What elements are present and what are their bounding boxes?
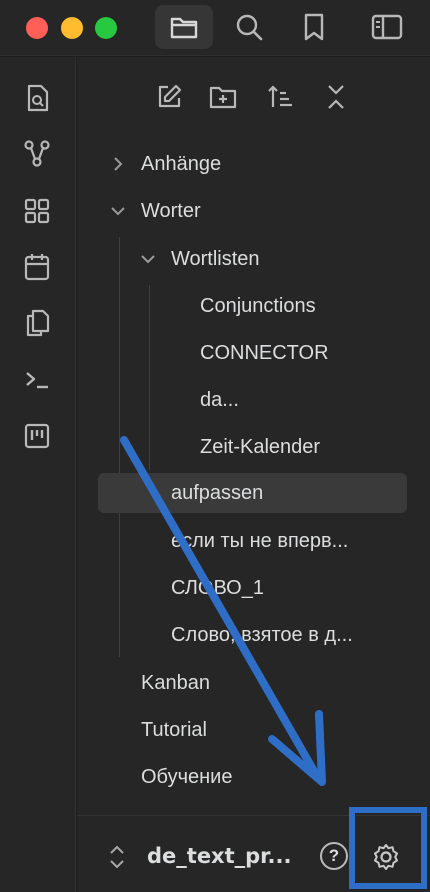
nav-actions-bar — [77, 77, 430, 119]
folder-label: Wortlisten — [171, 247, 260, 270]
file-label: da... — [200, 388, 239, 411]
sort-button[interactable] — [263, 79, 299, 115]
help-button[interactable]: ? — [320, 842, 348, 870]
file-label: Tutorial — [141, 718, 207, 741]
collapse-all-button[interactable] — [318, 79, 354, 115]
file-kanban[interactable]: Kanban — [141, 663, 411, 703]
folder-anhaenge[interactable]: Anhänge — [99, 144, 409, 184]
templates-icon — [26, 309, 50, 337]
window-close-button[interactable] — [26, 17, 48, 39]
window-maximize-button[interactable] — [95, 17, 117, 39]
calendar-icon — [24, 254, 50, 281]
quick-switcher-icon — [27, 84, 49, 112]
kanban-icon — [24, 423, 50, 449]
file-label: Zeit-Kalender — [200, 435, 321, 458]
file-label: СЛОВО_1 — [171, 576, 264, 599]
file-zeit-kalender[interactable]: Zeit-Kalender — [200, 427, 420, 467]
file-explorer-panel: Anhänge Worter Wortlisten Conjunctions C… — [77, 57, 430, 892]
indent-guide-worter — [119, 237, 120, 657]
file-conjunctions[interactable]: Conjunctions — [200, 286, 420, 326]
chevron-down-icon — [109, 202, 127, 220]
chevron-down-icon — [139, 250, 157, 268]
ribbon-graph-view[interactable] — [18, 135, 56, 173]
new-note-button[interactable] — [151, 79, 187, 115]
ribbon-command-palette[interactable] — [18, 361, 56, 399]
folder-label: Anhänge — [141, 152, 222, 175]
file-label: Conjunctions — [200, 294, 316, 317]
folder-icon — [170, 17, 198, 39]
search-icon — [236, 14, 263, 41]
vault-switcher-button[interactable] — [107, 844, 127, 870]
app-window: Anhänge Worter Wortlisten Conjunctions C… — [0, 0, 430, 892]
file-label: Kanban — [141, 671, 210, 694]
bookmark-icon — [304, 13, 324, 41]
toggle-sidebar-button[interactable] — [358, 5, 416, 49]
left-ribbon — [0, 57, 76, 892]
file-obuchenie[interactable]: Обучение — [141, 757, 411, 797]
file-label: Обучение — [141, 765, 233, 788]
file-label: CONNECTOR — [200, 341, 329, 364]
file-slovo-vzyatoe[interactable]: Слово, взятое в д... — [171, 615, 421, 655]
files-tab-button[interactable] — [155, 5, 213, 49]
sort-icon — [268, 85, 292, 107]
file-label: если ты не вперв... — [171, 529, 349, 552]
chevron-right-icon — [109, 155, 127, 173]
bookmarks-tab-button[interactable] — [285, 5, 343, 49]
folder-worter[interactable]: Worter — [99, 191, 409, 231]
indent-guide-wortlisten — [149, 285, 150, 470]
chevron-up-down-icon — [110, 845, 124, 869]
canvas-icon — [24, 198, 50, 224]
command-palette-icon — [26, 372, 48, 389]
new-note-icon — [158, 84, 182, 108]
file-label: Слово, взятое в д... — [171, 623, 353, 646]
help-icon: ? — [328, 846, 340, 865]
new-folder-icon — [209, 86, 237, 109]
sidebar-toggle-icon — [371, 14, 403, 40]
ribbon-templates[interactable] — [18, 304, 56, 342]
collapse-all-icon — [328, 85, 344, 109]
file-label: aufpassen — [171, 481, 264, 504]
graph-icon — [24, 140, 50, 167]
search-tab-button[interactable] — [220, 5, 278, 49]
file-esli[interactable]: если ты не вперв... — [171, 521, 421, 561]
file-slovo-1[interactable]: СЛОВО_1 — [171, 568, 421, 608]
file-connector[interactable]: CONNECTOR — [200, 333, 420, 373]
vault-name[interactable]: de_text_pr... — [147, 844, 291, 868]
folder-label: Worter — [141, 199, 201, 222]
ribbon-kanban[interactable] — [18, 417, 56, 455]
file-da[interactable]: da... — [200, 380, 420, 420]
ribbon-canvas[interactable] — [18, 192, 56, 230]
file-tutorial[interactable]: Tutorial — [141, 710, 411, 750]
title-bar — [0, 0, 430, 56]
ribbon-quick-switcher[interactable] — [18, 79, 56, 117]
folder-wortlisten[interactable]: Wortlisten — [129, 239, 409, 279]
file-aufpassen[interactable]: aufpassen — [98, 473, 407, 513]
annotation-highlight-box — [349, 807, 427, 889]
new-folder-button[interactable] — [205, 79, 241, 115]
ribbon-daily-note[interactable] — [18, 248, 56, 286]
window-minimize-button[interactable] — [61, 17, 83, 39]
